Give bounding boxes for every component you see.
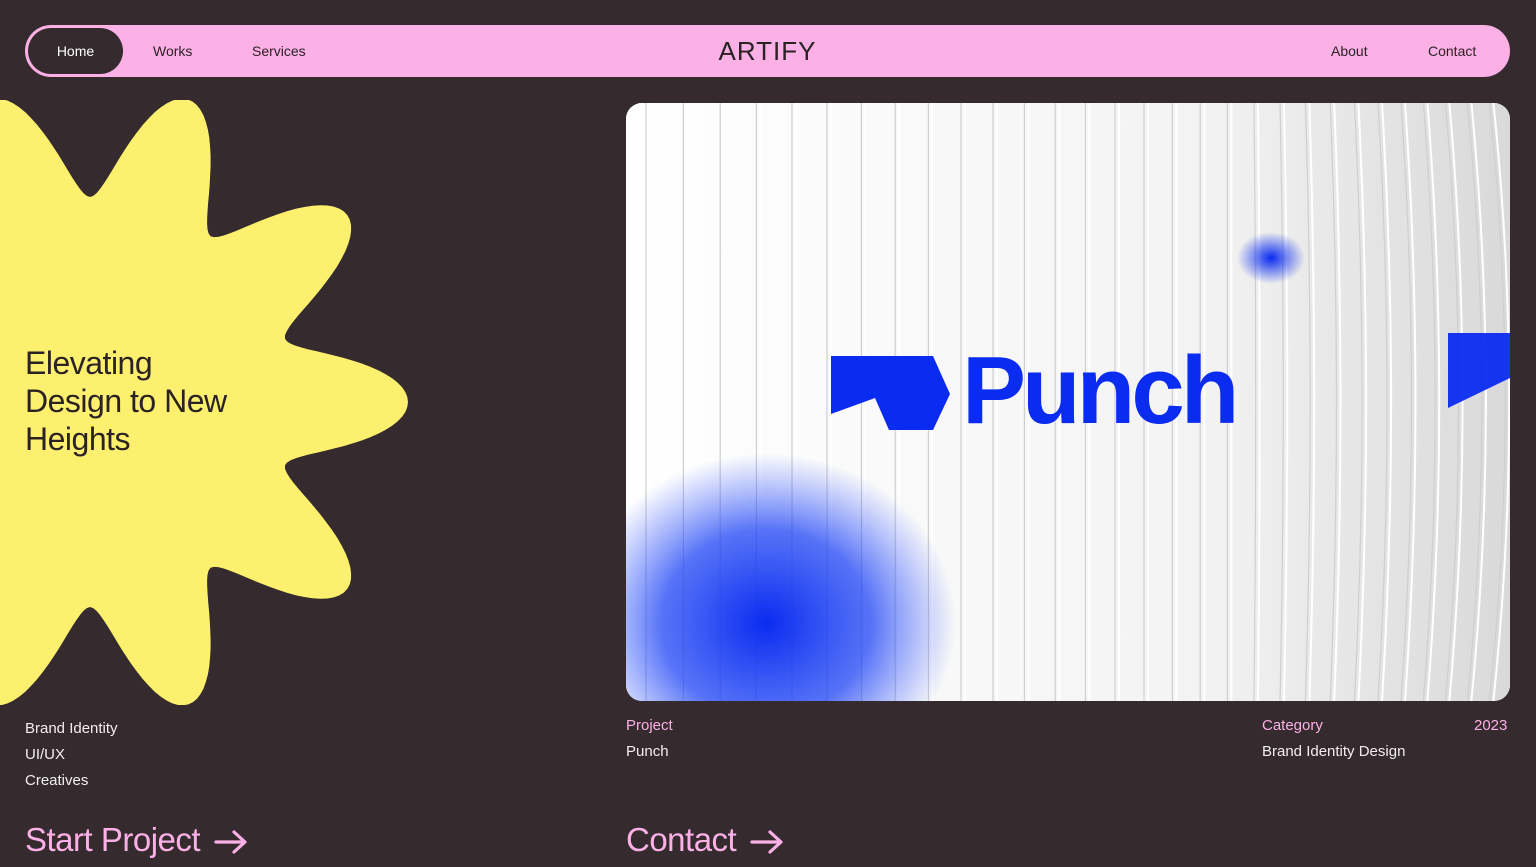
service-tags: Brand Identity UI/UX Creatives [25, 716, 118, 794]
contact-button-label: Contact [626, 821, 737, 858]
nav-works-link[interactable]: Works [153, 25, 192, 77]
brand-logo-wrap: ARTIFY [25, 25, 1510, 77]
tag-creatives: Creatives [25, 772, 89, 789]
nav-about-link[interactable]: About [1331, 25, 1368, 77]
tag-brand-identity: Brand Identity [25, 720, 118, 737]
nav-contact-link[interactable]: Contact [1428, 25, 1476, 77]
contact-button[interactable]: Contact [626, 818, 784, 862]
arrow-right-icon [750, 830, 783, 854]
punch-logo-mark [831, 356, 950, 430]
arrow-right-icon [214, 830, 247, 854]
project-label: Project [626, 717, 673, 734]
brand-logo[interactable]: ARTIFY [719, 36, 817, 66]
start-project-label: Start Project [25, 821, 201, 858]
category-label: Category [1262, 717, 1323, 734]
nav-services-link[interactable]: Services [252, 25, 306, 77]
category-value: Brand Identity Design [1262, 743, 1406, 760]
punch-wordmark: Punch [962, 337, 1239, 444]
hero-headline: Elevating Design to New Heights [25, 344, 325, 458]
nav-home-link[interactable]: Home [28, 28, 123, 74]
headline-line-2: Design to New [25, 383, 227, 419]
project-year: 2023 [1474, 717, 1508, 734]
top-navigation: Home Works Services ARTIFY About Contact [25, 25, 1510, 77]
project-value: Punch [626, 743, 669, 760]
start-project-button[interactable]: Start Project [25, 818, 248, 862]
tag-ui-ux: UI/UX [25, 746, 66, 763]
headline-line-1: Elevating [25, 345, 153, 381]
headline-line-3: Heights [25, 421, 131, 457]
